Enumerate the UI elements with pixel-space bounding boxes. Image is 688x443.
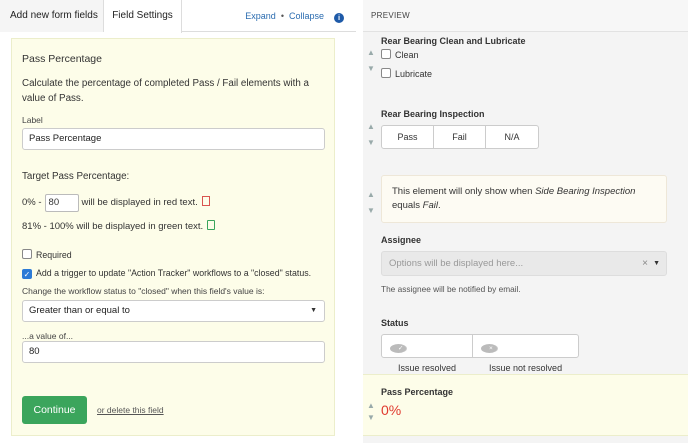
- range2-text: 81% - 100% will be displayed in green te…: [22, 221, 204, 232]
- range1-prefix: 0% -: [22, 197, 42, 208]
- issue-resolved-button[interactable]: ✓ Issue resolved: [382, 335, 474, 373]
- assignee-placeholder: Options will be displayed here...: [389, 258, 524, 269]
- reorder-arrows[interactable]: ▲ ▼: [367, 48, 377, 74]
- rear-clean-title: Rear Bearing Clean and Lubricate: [381, 36, 526, 46]
- move-up-icon[interactable]: ▲: [367, 122, 377, 132]
- cond-end: .: [437, 200, 441, 211]
- lubricate-checkbox[interactable]: [381, 68, 391, 78]
- field-title: Pass Percentage: [22, 53, 102, 65]
- move-down-icon[interactable]: ▼: [367, 64, 377, 74]
- move-up-icon[interactable]: ▲: [367, 48, 377, 58]
- value-caption: ...a value of...: [22, 331, 74, 341]
- pass-fail-segment: Pass Fail N/A: [381, 125, 539, 149]
- required-row[interactable]: Required: [22, 249, 72, 261]
- expand-link[interactable]: Expand: [245, 11, 276, 21]
- separator-dot: •: [280, 11, 284, 21]
- tab-bar: Add new form fields Field Settings Expan…: [0, 0, 356, 33]
- field-settings-card: Pass Percentage Calculate the percentage…: [11, 38, 335, 436]
- option-clean[interactable]: Clean: [381, 49, 419, 60]
- pass-percentage-preview[interactable]: ▲ ▼ Pass Percentage 0%: [363, 374, 688, 436]
- status-buttons: ✓ Issue resolved × Issue not resolved: [381, 334, 580, 373]
- field-settings-panel: Add new form fields Field Settings Expan…: [0, 0, 356, 443]
- lubricate-label: Lubricate: [395, 69, 433, 79]
- move-down-icon[interactable]: ▼: [367, 138, 377, 148]
- rear-inspection-title: Rear Bearing Inspection: [381, 109, 485, 119]
- required-label: Required: [36, 250, 72, 260]
- info-icon[interactable]: i: [334, 13, 344, 23]
- trigger-checkbox[interactable]: ✓: [22, 269, 32, 279]
- green-range-row: 81% - 100% will be displayed in green te…: [22, 218, 216, 236]
- cond-italic1: Side Bearing Inspection: [535, 186, 636, 197]
- change-status-caption: Change the workflow status to "closed" w…: [22, 286, 265, 296]
- clear-icon[interactable]: ×: [642, 252, 648, 275]
- preview-header: PREVIEW: [363, 0, 688, 32]
- status-title: Status: [381, 318, 409, 328]
- chevron-down-icon: ▼: [310, 307, 317, 314]
- cond-text1: This element will only show when: [392, 186, 536, 197]
- pass-option[interactable]: Pass: [382, 126, 434, 148]
- move-down-icon[interactable]: ▼: [367, 413, 377, 423]
- label-caption: Label: [22, 115, 43, 125]
- expand-collapse-links: Expand • Collapse i: [245, 0, 344, 32]
- red-file-icon: [201, 196, 210, 206]
- trigger-label: Add a trigger to update "Action Tracker"…: [36, 268, 312, 278]
- issue-not-resolved-button[interactable]: × Issue not resolved: [473, 335, 578, 373]
- option-lubricate[interactable]: Lubricate: [381, 68, 432, 79]
- target-title: Target Pass Percentage:: [22, 171, 130, 182]
- range1-suffix: will be displayed in red text.: [81, 197, 198, 208]
- x-circle-icon: ×: [481, 344, 499, 353]
- red-range-row: 0% -80 will be displayed in red text.: [22, 194, 210, 212]
- assignee-select[interactable]: Options will be displayed here... × ▼: [381, 251, 667, 276]
- chevron-down-icon[interactable]: ▼: [653, 252, 660, 275]
- pass-percentage-value: 0%: [381, 402, 402, 418]
- collapse-link[interactable]: Collapse: [289, 11, 324, 21]
- continue-button[interactable]: Continue: [22, 396, 87, 424]
- move-down-icon[interactable]: ▼: [367, 206, 377, 216]
- tab-add-fields[interactable]: Add new form fields: [0, 0, 104, 32]
- move-up-icon[interactable]: ▲: [367, 190, 377, 200]
- pass-percentage-title: Pass Percentage: [381, 387, 454, 397]
- clean-checkbox[interactable]: [381, 49, 391, 59]
- delete-field-link[interactable]: or delete this field: [97, 405, 164, 415]
- field-description: Calculate the percentage of completed Pa…: [22, 78, 309, 104]
- na-option[interactable]: N/A: [486, 126, 538, 148]
- label-input[interactable]: Pass Percentage: [22, 128, 325, 150]
- preview-panel: PREVIEW ▲ ▼ Rear Bearing Clean and Lubri…: [363, 0, 688, 443]
- conditional-notice: This element will only show when Side Be…: [381, 175, 667, 223]
- tab-field-settings[interactable]: Field Settings: [104, 0, 182, 33]
- clean-label: Clean: [395, 50, 419, 60]
- range1-input[interactable]: 80: [44, 194, 79, 212]
- operator-selected-value: Greater than or equal to: [29, 305, 130, 316]
- check-circle-icon: ✓: [390, 344, 407, 353]
- green-file-icon: [207, 220, 216, 230]
- reorder-arrows[interactable]: ▲ ▼: [367, 401, 377, 423]
- assignee-title: Assignee: [381, 235, 422, 245]
- required-checkbox[interactable]: [22, 249, 32, 259]
- cond-italic2: Fail: [422, 200, 438, 211]
- trigger-row[interactable]: ✓ Add a trigger to update "Action Tracker…: [22, 267, 311, 279]
- move-up-icon[interactable]: ▲: [367, 401, 377, 411]
- value-input[interactable]: 80: [22, 341, 325, 363]
- assignee-note: The assignee will be notified by email.: [381, 284, 521, 294]
- cond-text2: equals: [392, 200, 423, 211]
- fail-option[interactable]: Fail: [434, 126, 486, 148]
- reorder-arrows[interactable]: ▲ ▼: [367, 122, 377, 148]
- reorder-arrows[interactable]: ▲ ▼: [367, 190, 377, 216]
- operator-select[interactable]: Greater than or equal to ▼: [22, 300, 325, 322]
